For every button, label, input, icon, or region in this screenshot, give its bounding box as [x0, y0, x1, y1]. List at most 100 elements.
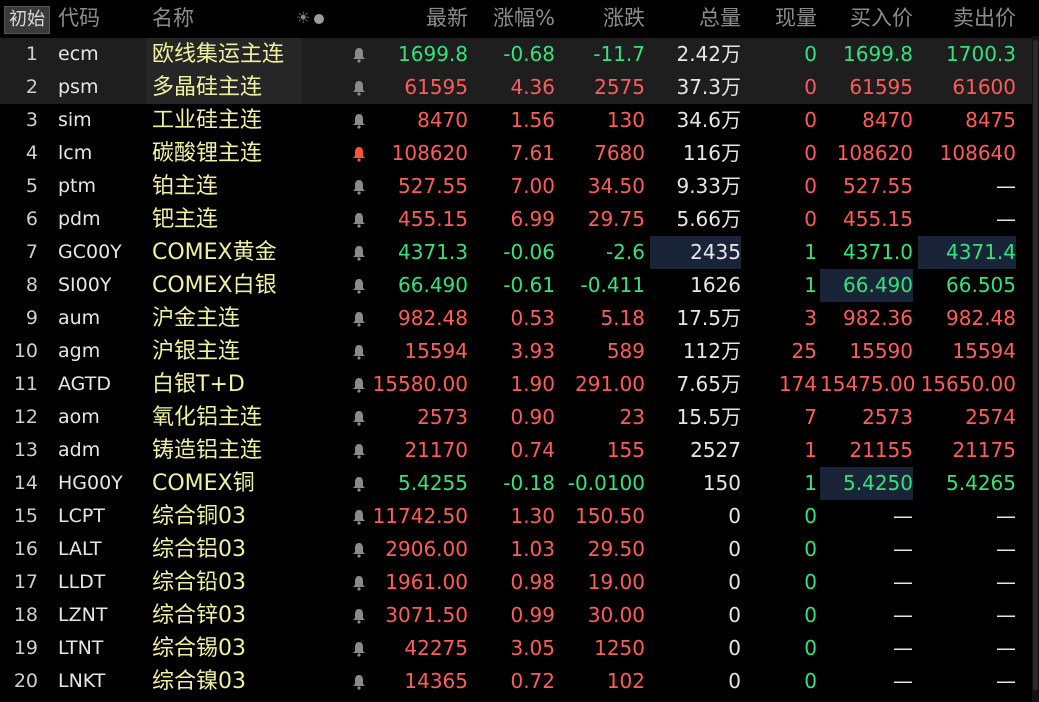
symbol-name: 白银T+D	[152, 372, 245, 397]
table-row[interactable]: 4 lcm 碳酸锂主连 108620 7.61 7680 116万 0 108620 108640	[0, 137, 1039, 170]
table-row[interactable]: 8 SI00Y COMEX白银 66.490 -0.61 -0.411 1626 1 66.49…	[0, 269, 1039, 302]
ask-price: 21175	[952, 438, 1016, 462]
table-row[interactable]: 18 LZNT 综合锌03 3071.50 0.99 30.00 0 0 — —	[0, 599, 1039, 632]
change-percent: 0.74	[510, 438, 555, 462]
alert-bell-icon[interactable]	[352, 434, 368, 467]
alert-bell-icon[interactable]	[352, 236, 368, 269]
table-row[interactable]: 11 AGTD 白银T+D 15580.00 1.90 291.00 7.65万 174 154…	[0, 368, 1039, 401]
alert-bell-icon[interactable]	[352, 632, 368, 665]
change-amount: -2.6	[605, 240, 645, 264]
table-row[interactable]: 9 aum 沪金主连 982.48 0.53 5.18 17.5万 3 982.36 982.48	[0, 302, 1039, 335]
table-row[interactable]: 10 agm 沪银主连 15594 3.93 589 112万 25 15590 15594	[0, 335, 1039, 368]
last-price: 3071.50	[385, 603, 468, 627]
bid-price: 15590	[849, 339, 913, 363]
change-amount: 30.00	[587, 603, 645, 627]
col-header-chg[interactable]: 涨跌	[556, 0, 645, 36]
col-header-bid[interactable]: 买入价	[820, 0, 913, 36]
ask-price: —	[996, 537, 1016, 561]
sun-icon[interactable]: ☀	[296, 8, 310, 27]
table-row[interactable]: 15 LCPT 综合铜03 11742.50 1.30 150.50 0 0 — —	[0, 500, 1039, 533]
ask-price: 15650.00	[920, 372, 1016, 396]
ask-price: —	[996, 603, 1016, 627]
alert-bell-icon[interactable]	[352, 599, 368, 632]
col-header-last[interactable]: 最新	[370, 0, 468, 36]
total-volume: 0	[728, 636, 741, 660]
col-header-ask[interactable]: 卖出价	[918, 0, 1016, 36]
alert-bell-icon[interactable]	[352, 335, 368, 368]
table-row[interactable]: 7 GC00Y COMEX黄金 4371.3 -0.06 -2.6 2435 1 4371.0 4…	[0, 236, 1039, 269]
bid-price: 527.55	[843, 174, 913, 198]
row-index: 2	[25, 76, 38, 98]
table-row[interactable]: 6 pdm 钯主连 455.15 6.99 29.75 5.66万 0 455.15 —	[0, 203, 1039, 236]
alert-bell-icon[interactable]	[352, 302, 368, 335]
change-percent: -0.18	[503, 471, 555, 495]
symbol-name: 沪银主连	[152, 339, 241, 364]
scrollbar-thumb[interactable]	[1033, 40, 1038, 690]
change-percent: 0.72	[510, 669, 555, 693]
alert-bell-icon[interactable]	[352, 566, 368, 599]
last-price: 66.490	[398, 273, 468, 297]
table-row[interactable]: 3 sim 工业硅主连 8470 1.56 130 34.6万 0 8470 8475	[0, 104, 1039, 137]
symbol-name: 综合铝03	[152, 537, 246, 562]
row-index: 11	[13, 373, 38, 395]
total-volume: 9.33万	[676, 174, 741, 198]
row-index: 12	[13, 406, 38, 428]
header-icons[interactable]: ☀	[296, 0, 325, 36]
alert-bell-icon[interactable]	[352, 71, 368, 104]
row-index: 16	[13, 538, 38, 560]
bid-price: —	[893, 537, 913, 561]
alert-bell-icon[interactable]	[352, 500, 368, 533]
table-row[interactable]: 17 LLDT 综合铅03 1961.00 0.98 19.00 0 0 — —	[0, 566, 1039, 599]
table-row[interactable]: 5 ptm 铂主连 527.55 7.00 34.50 9.33万 0 527.55 —	[0, 170, 1039, 203]
total-volume: 37.3万	[676, 75, 741, 99]
table-row[interactable]: 14 HG00Y COMEX铜 5.4255 -0.18 -0.0100 150 1 5.425…	[0, 467, 1039, 500]
last-price: 455.15	[398, 207, 468, 231]
table-row[interactable]: 12 aom 氧化铝主连 2573 0.90 23 15.5万 7 2573 2574	[0, 401, 1039, 434]
alert-bell-icon[interactable]	[352, 533, 368, 566]
change-percent: -0.06	[503, 240, 555, 264]
table-row[interactable]: 2 psm 多晶硅主连 61595 4.36 2575 37.3万 0 61595 61600	[0, 71, 1039, 104]
symbol-code: aom	[58, 406, 100, 428]
current-volume: 0	[804, 504, 817, 528]
bid-price: 108620	[836, 141, 913, 165]
table-row[interactable]: 1 ecm 欧线集运主连 1699.8 -0.68 -11.7 2.42万 0 1699.8 17…	[0, 38, 1039, 71]
symbol-name: 钯主连	[152, 207, 219, 232]
alert-bell-icon[interactable]	[352, 665, 368, 698]
total-volume: 2.42万	[676, 42, 741, 66]
alert-bell-icon[interactable]	[352, 467, 368, 500]
total-volume: 116万	[682, 141, 741, 165]
alert-bell-icon[interactable]	[352, 269, 368, 302]
total-volume: 0	[728, 537, 741, 561]
table-row[interactable]: 20 LNKT 综合镍03 14365 0.72 102 0 0 — —	[0, 665, 1039, 698]
table-row[interactable]: 13 adm 铸造铝主连 21170 0.74 155 2527 1 21155 21175	[0, 434, 1039, 467]
alert-bell-icon[interactable]	[352, 170, 368, 203]
preset-tab[interactable]: 初始	[4, 6, 50, 34]
dot-icon[interactable]	[314, 13, 325, 24]
current-volume: 1	[804, 273, 817, 297]
current-volume: 174	[778, 372, 817, 396]
table-row[interactable]: 16 LALT 综合铝03 2906.00 1.03 29.50 0 0 — —	[0, 533, 1039, 566]
alert-bell-icon[interactable]	[352, 203, 368, 236]
total-volume: 2527	[690, 438, 741, 462]
col-header-pct[interactable]: 涨幅%	[470, 0, 555, 36]
table-row[interactable]: 19 LTNT 综合锡03 42275 3.05 1250 0 0 — —	[0, 632, 1039, 665]
symbol-code: sim	[58, 109, 92, 131]
ask-price: 61600	[952, 75, 1016, 99]
change-amount: 589	[606, 339, 645, 363]
symbol-name: 综合镍03	[152, 669, 246, 694]
alert-bell-icon[interactable]	[352, 368, 368, 401]
ask-price: 8475	[965, 108, 1016, 132]
col-header-vol[interactable]: 总量	[650, 0, 741, 36]
col-header-name[interactable]: 名称	[152, 0, 194, 36]
change-amount: -0.0100	[567, 471, 645, 495]
col-header-code[interactable]: 代码	[58, 0, 100, 36]
row-index: 18	[13, 604, 38, 626]
alert-bell-icon[interactable]	[352, 137, 368, 170]
alert-bell-icon[interactable]	[352, 104, 368, 137]
change-amount: -0.411	[580, 273, 645, 297]
last-price: 982.48	[398, 306, 468, 330]
alert-bell-icon[interactable]	[352, 401, 368, 434]
col-header-cur[interactable]: 现量	[748, 0, 817, 36]
alert-bell-icon[interactable]	[352, 38, 368, 71]
change-amount: 23	[619, 405, 645, 429]
